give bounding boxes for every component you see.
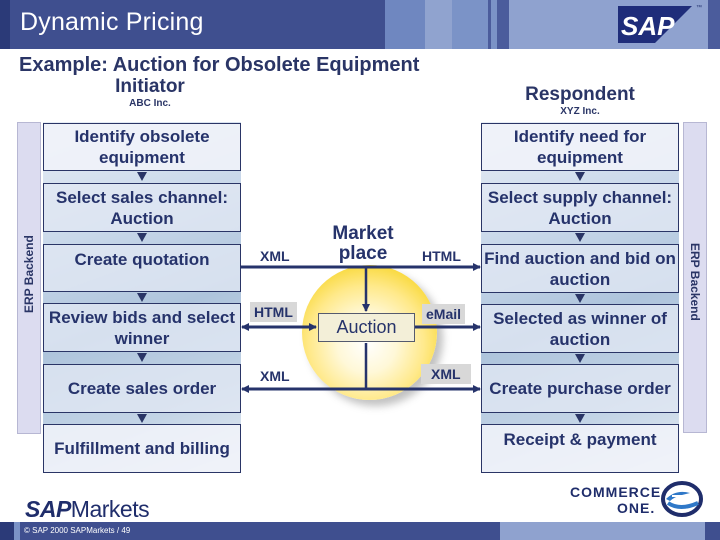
footer-stripe bbox=[500, 522, 705, 540]
protocol-label-html-right-top: HTML bbox=[422, 248, 461, 264]
commerce-one-line1: COMMERCE bbox=[570, 484, 662, 500]
footer-stripe bbox=[0, 522, 14, 540]
copyright-text: © SAP 2000 SAPMarkets / 49 bbox=[24, 526, 131, 535]
protocol-label-xml-left-top: XML bbox=[260, 248, 290, 264]
sapmarkets-logo-bold: SAP bbox=[25, 496, 71, 522]
sapmarkets-logo-rest: Markets bbox=[70, 496, 150, 522]
sapmarkets-logo: SAPMarkets bbox=[25, 496, 150, 523]
commerce-one-logo: COMMERCE ONE. bbox=[570, 484, 661, 516]
protocol-label-html-left-mid: HTML bbox=[250, 302, 297, 322]
commerce-one-line2: ONE. bbox=[617, 500, 656, 516]
connector-lines bbox=[241, 263, 481, 393]
protocol-label-xml-right-bottom: XML bbox=[421, 364, 471, 384]
protocol-label-email-right-mid: eMail bbox=[422, 304, 466, 324]
auction-box: Auction bbox=[318, 313, 415, 342]
commerce-one-globe-icon bbox=[661, 481, 703, 517]
footer-stripe bbox=[14, 522, 20, 540]
protocol-label-xml-left-bottom: XML bbox=[260, 368, 290, 384]
